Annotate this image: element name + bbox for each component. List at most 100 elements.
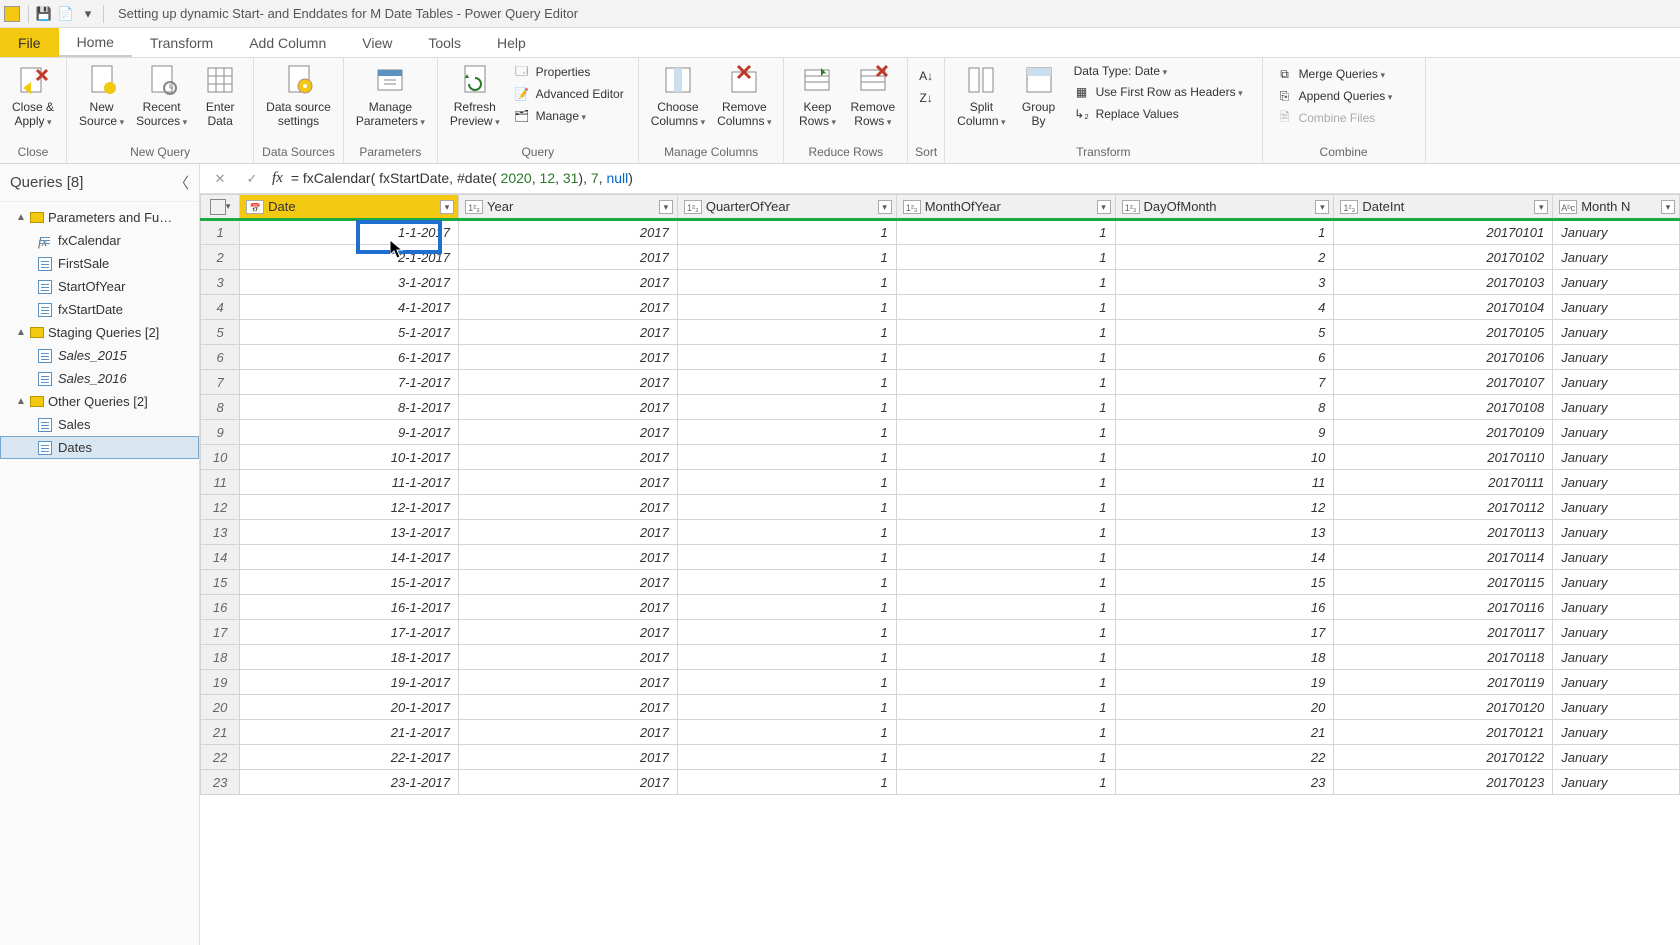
cell[interactable]: January <box>1553 470 1680 495</box>
row-number[interactable]: 18 <box>201 645 240 670</box>
filter-icon[interactable]: ▾ <box>1315 200 1329 214</box>
cell[interactable]: 2017 <box>459 495 678 520</box>
cell[interactable]: 20170119 <box>1334 670 1553 695</box>
cancel-formula-icon[interactable]: ✕ <box>208 167 232 191</box>
replace-values-button[interactable]: ↳₂Replace Values <box>1070 104 1252 124</box>
cell[interactable]: 5-1-2017 <box>240 320 459 345</box>
row-number[interactable]: 14 <box>201 545 240 570</box>
cell[interactable]: 16 <box>1115 595 1334 620</box>
cell[interactable]: 2017 <box>459 370 678 395</box>
cell[interactable]: 1 <box>677 445 896 470</box>
row-number[interactable]: 1 <box>201 220 240 245</box>
table-row[interactable]: 1212-1-20172017111220170112January <box>201 495 1680 520</box>
cell[interactable]: 22-1-2017 <box>240 745 459 770</box>
cell[interactable]: 20170109 <box>1334 420 1553 445</box>
cell[interactable]: 1 <box>896 220 1115 245</box>
datatype-icon[interactable]: 📅 <box>246 200 264 214</box>
cell[interactable]: 2017 <box>459 320 678 345</box>
undo-icon[interactable]: 📄 <box>55 3 77 25</box>
cell[interactable]: January <box>1553 645 1680 670</box>
refresh-preview-button[interactable]: Refresh Preview <box>444 60 506 133</box>
column-header-quarterofyear[interactable]: 1²₃QuarterOfYear▾ <box>677 195 896 220</box>
query-item[interactable]: Sales_2016 <box>0 367 199 390</box>
query-item[interactable]: FirstSale <box>0 252 199 275</box>
cell[interactable]: 2017 <box>459 545 678 570</box>
cell[interactable]: 1 <box>896 395 1115 420</box>
cell[interactable]: January <box>1553 245 1680 270</box>
combine-files-button[interactable]: 🗎Combine Files <box>1273 108 1415 128</box>
cell[interactable]: 17-1-2017 <box>240 620 459 645</box>
cell[interactable]: 1 <box>896 695 1115 720</box>
cell[interactable]: 20170120 <box>1334 695 1553 720</box>
cell[interactable]: 2-1-2017 <box>240 245 459 270</box>
cell[interactable]: 8-1-2017 <box>240 395 459 420</box>
table-row[interactable]: 99-1-2017201711920170109January <box>201 420 1680 445</box>
commit-formula-icon[interactable]: ✓ <box>240 167 264 191</box>
cell[interactable]: January <box>1553 595 1680 620</box>
cell[interactable]: 2017 <box>459 445 678 470</box>
cell[interactable]: 1 <box>896 495 1115 520</box>
cell[interactable]: January <box>1553 320 1680 345</box>
column-header-monthn[interactable]: AᵇcMonth N▾ <box>1553 195 1680 220</box>
cell[interactable]: 1 <box>896 420 1115 445</box>
cell[interactable]: 4-1-2017 <box>240 295 459 320</box>
cell[interactable]: 20170121 <box>1334 720 1553 745</box>
cell[interactable]: 2017 <box>459 420 678 445</box>
cell[interactable]: 1 <box>896 745 1115 770</box>
merge-queries-button[interactable]: ⧉Merge Queries <box>1273 64 1415 84</box>
cell[interactable]: 1 <box>896 670 1115 695</box>
cell[interactable]: January <box>1553 720 1680 745</box>
row-number[interactable]: 19 <box>201 670 240 695</box>
filter-icon[interactable]: ▾ <box>659 200 673 214</box>
table-row[interactable]: 44-1-2017201711420170104January <box>201 295 1680 320</box>
cell[interactable]: 20170114 <box>1334 545 1553 570</box>
cell[interactable]: January <box>1553 295 1680 320</box>
cell[interactable]: 2017 <box>459 295 678 320</box>
row-number[interactable]: 17 <box>201 620 240 645</box>
filter-icon[interactable]: ▾ <box>1534 200 1548 214</box>
cell[interactable]: 2017 <box>459 270 678 295</box>
cell[interactable]: 20170115 <box>1334 570 1553 595</box>
cell[interactable]: 1 <box>677 570 896 595</box>
cell[interactable]: 2017 <box>459 620 678 645</box>
cell[interactable]: 1 <box>1115 220 1334 245</box>
tab-transform[interactable]: Transform <box>132 28 231 57</box>
cell[interactable]: 1 <box>896 520 1115 545</box>
manage-button[interactable]: 🗂Manage <box>510 106 628 126</box>
cell[interactable]: 1 <box>677 545 896 570</box>
tab-view[interactable]: View <box>344 28 410 57</box>
cell[interactable]: 1 <box>677 695 896 720</box>
table-row[interactable]: 2323-1-20172017112320170123January <box>201 770 1680 795</box>
cell[interactable]: 1 <box>677 395 896 420</box>
cell[interactable]: 1 <box>677 420 896 445</box>
table-row[interactable]: 2020-1-20172017112020170120January <box>201 695 1680 720</box>
cell[interactable]: January <box>1553 745 1680 770</box>
cell[interactable]: 11-1-2017 <box>240 470 459 495</box>
cell[interactable]: 20170108 <box>1334 395 1553 420</box>
close-apply-button[interactable]: Close & Apply <box>6 60 60 133</box>
cell[interactable]: 4 <box>1115 295 1334 320</box>
row-number[interactable]: 6 <box>201 345 240 370</box>
row-number[interactable]: 11 <box>201 470 240 495</box>
column-header-year[interactable]: 1²₃Year▾ <box>459 195 678 220</box>
cell[interactable]: 1 <box>677 645 896 670</box>
cell[interactable]: 1-1-2017 <box>240 220 459 245</box>
query-group[interactable]: ▲Parameters and Fu… <box>0 206 199 229</box>
choose-columns-button[interactable]: Choose Columns <box>645 60 711 133</box>
column-header-dayofmonth[interactable]: 1²₃DayOfMonth▾ <box>1115 195 1334 220</box>
cell[interactable]: 8 <box>1115 395 1334 420</box>
cell[interactable]: 12 <box>1115 495 1334 520</box>
cell[interactable]: 1 <box>677 745 896 770</box>
keep-rows-button[interactable]: Keep Rows <box>790 60 844 133</box>
cell[interactable]: 1 <box>896 770 1115 795</box>
manage-parameters-button[interactable]: Manage Parameters <box>350 60 431 133</box>
cell[interactable]: 1 <box>677 220 896 245</box>
cell[interactable]: 2017 <box>459 595 678 620</box>
table-row[interactable]: 1313-1-20172017111320170113January <box>201 520 1680 545</box>
cell[interactable]: 3 <box>1115 270 1334 295</box>
query-group[interactable]: ▲Staging Queries [2] <box>0 321 199 344</box>
cell[interactable]: 17 <box>1115 620 1334 645</box>
row-number[interactable]: 10 <box>201 445 240 470</box>
column-header-monthofyear[interactable]: 1²₃MonthOfYear▾ <box>896 195 1115 220</box>
row-number[interactable]: 8 <box>201 395 240 420</box>
